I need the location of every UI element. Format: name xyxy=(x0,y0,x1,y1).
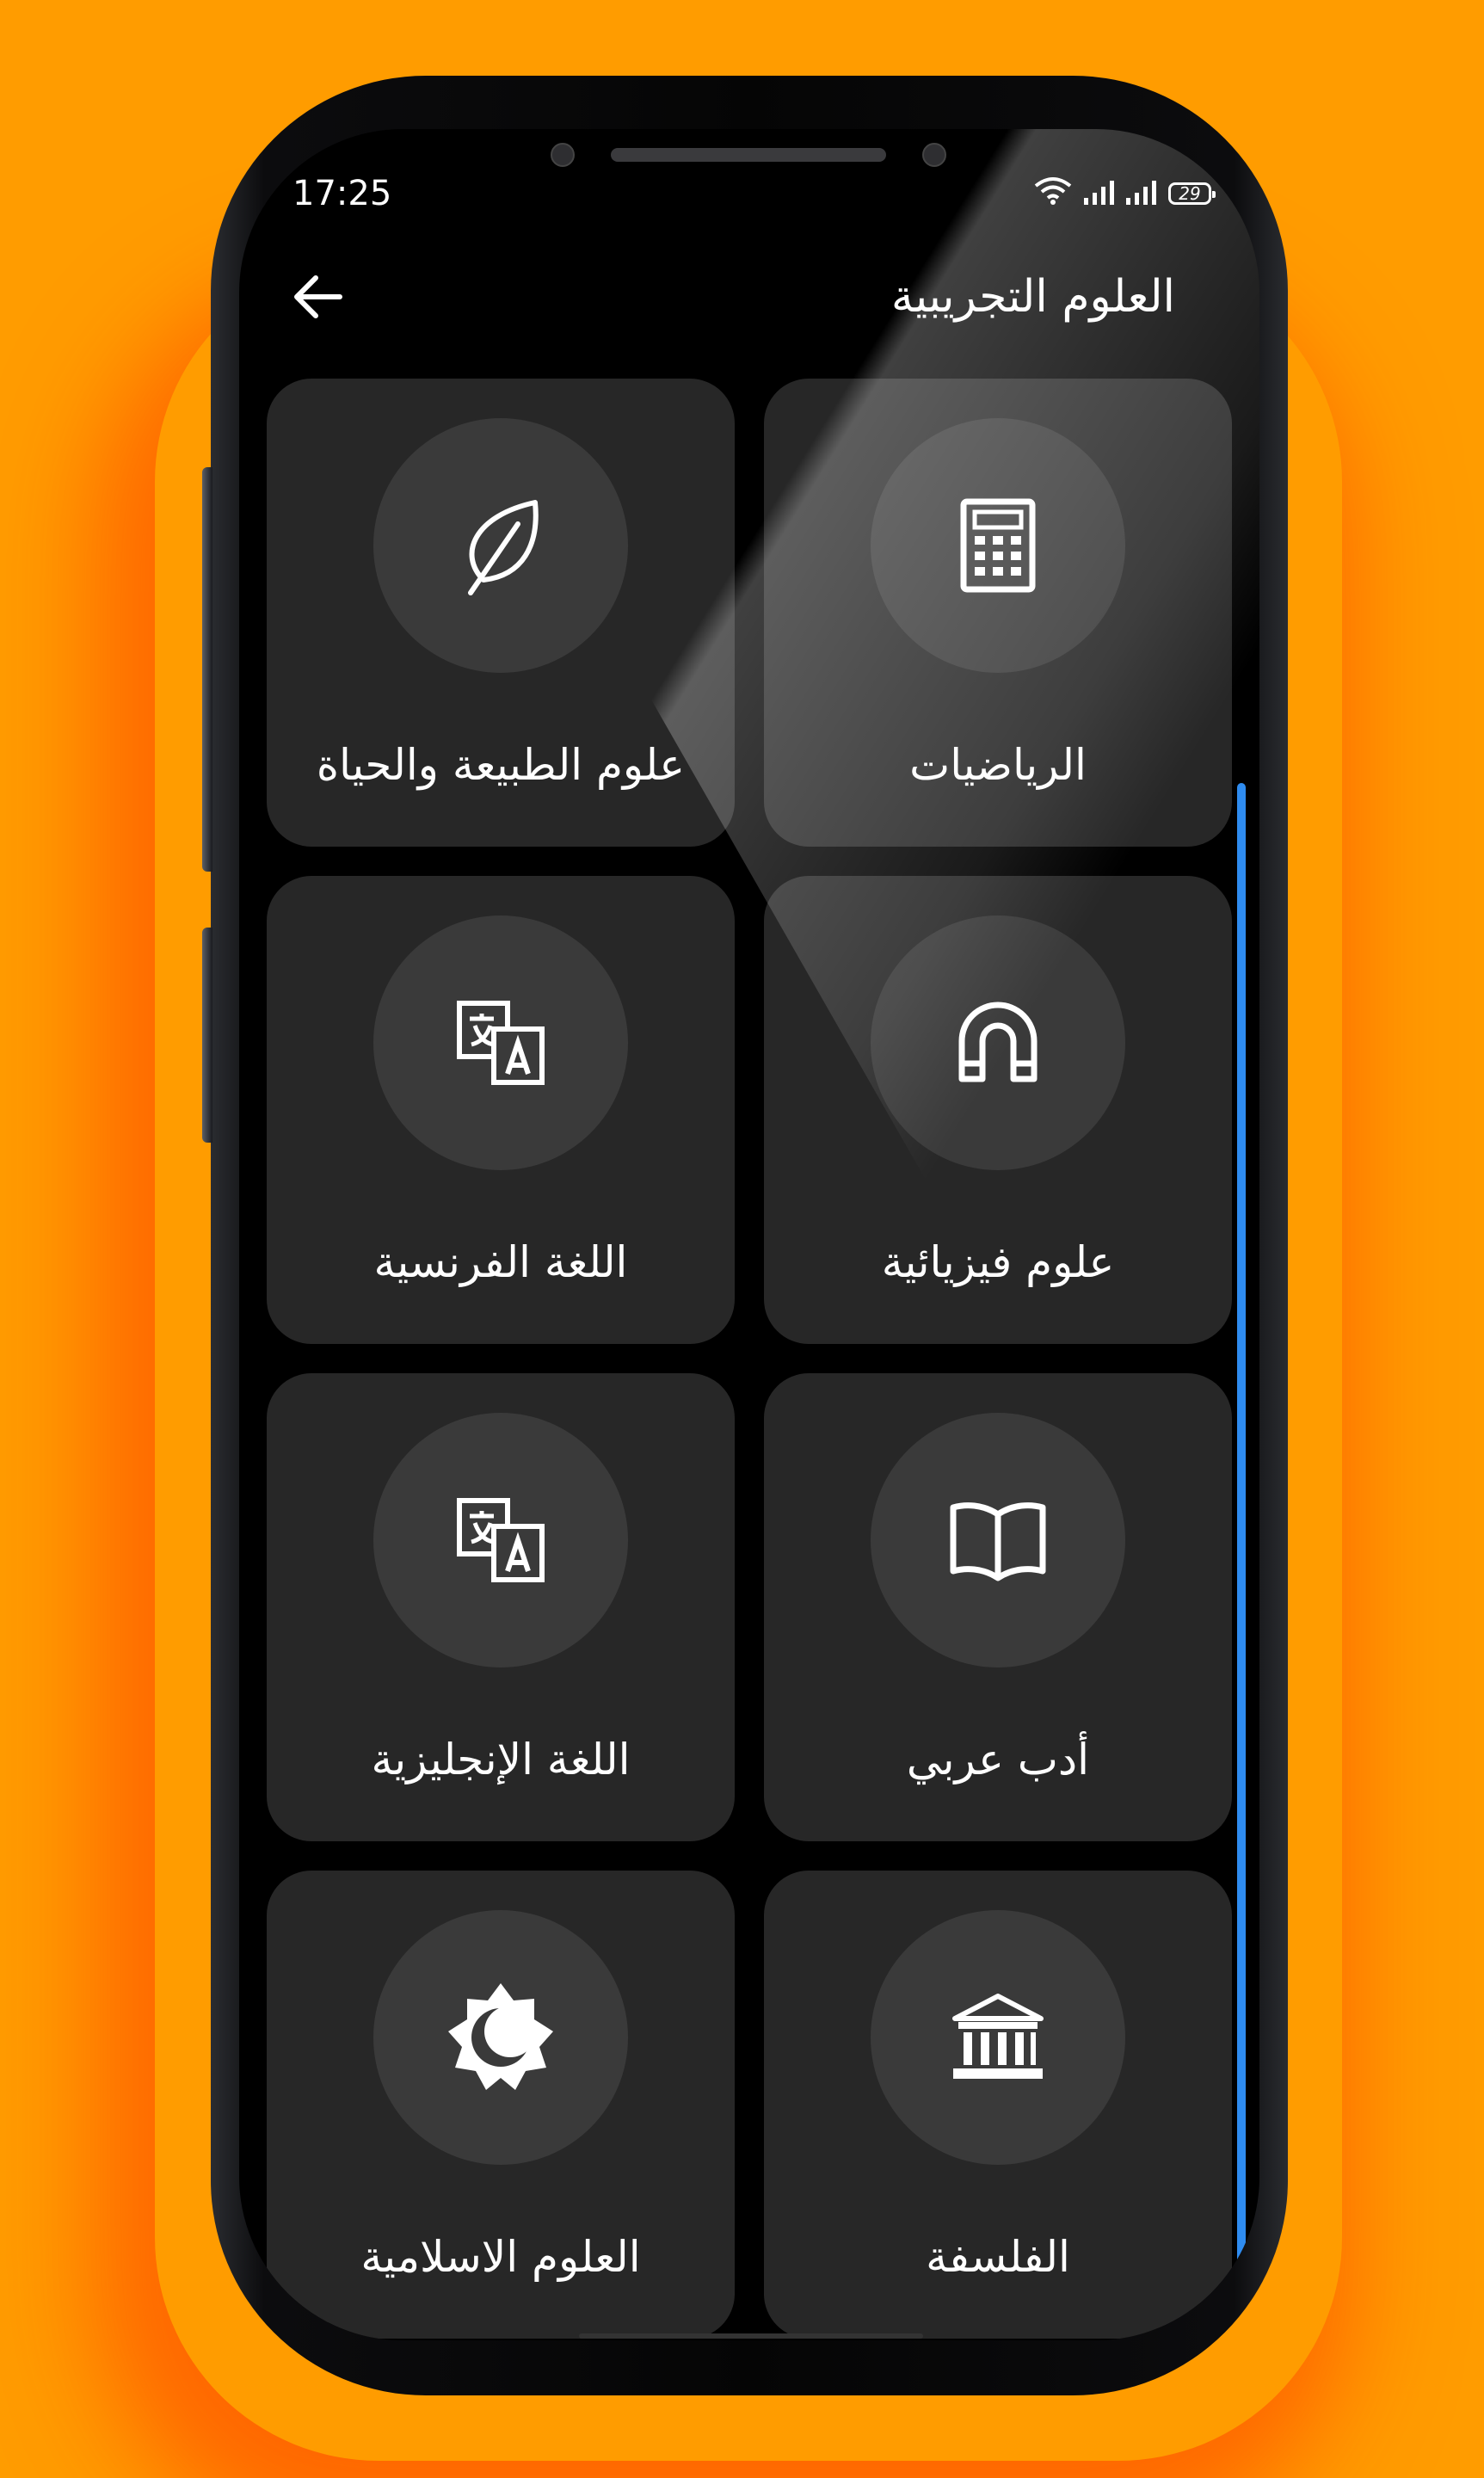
subject-card-english[interactable]: اللغة الإنجليزية xyxy=(267,1373,735,1841)
icon-circle xyxy=(373,915,628,1170)
subject-card-natural-sciences[interactable]: علوم الطبيعة والحياة xyxy=(267,379,735,847)
subject-card-math[interactable]: الرياضيات xyxy=(764,379,1232,847)
subject-card-arabic-literature[interactable]: أدب عربي xyxy=(764,1373,1232,1841)
phone-screen: 17:25 29 العلوم التجريبية الرياضيات علوم… xyxy=(239,129,1259,2340)
subject-card-physics[interactable]: علوم فيزيائية xyxy=(764,876,1232,1344)
earpiece-speaker xyxy=(611,148,886,162)
wifi-icon xyxy=(1034,177,1072,205)
leaf-icon xyxy=(468,500,539,595)
subject-label: علوم فيزيائية xyxy=(881,1237,1115,1287)
subject-label: أدب عربي xyxy=(906,1735,1090,1785)
home-indicator xyxy=(579,2333,923,2339)
arrow-left-icon xyxy=(294,275,342,318)
icon-circle xyxy=(373,418,628,673)
subject-label: الرياضيات xyxy=(909,740,1087,790)
phone-power-button xyxy=(202,928,212,1143)
subject-card-philosophy[interactable]: الفلسفة xyxy=(764,1871,1232,2339)
status-icons: 29 xyxy=(1034,176,1216,205)
translate-icon xyxy=(457,1001,545,1085)
book-open-icon xyxy=(950,1502,1046,1581)
front-camera xyxy=(551,143,575,167)
icon-circle xyxy=(871,1910,1125,2165)
icon-circle xyxy=(871,915,1125,1170)
calculator-icon xyxy=(960,498,1036,593)
subject-label: اللغة الفرنسية xyxy=(373,1237,628,1287)
back-button[interactable] xyxy=(287,267,348,327)
scrollbar[interactable] xyxy=(1237,783,1246,2297)
subject-label: الفلسفة xyxy=(926,2232,1070,2282)
subject-card-french[interactable]: اللغة الفرنسية xyxy=(267,876,735,1344)
status-time: 17:25 xyxy=(292,174,392,213)
page-title: العلوم التجريبية xyxy=(890,271,1175,323)
subject-card-islamic-sciences[interactable]: العلوم الاسلامية xyxy=(267,1871,735,2339)
magnet-icon xyxy=(958,1002,1038,1082)
signal-icon xyxy=(1084,179,1114,205)
subject-label: اللغة الإنجليزية xyxy=(371,1735,631,1785)
museum-icon xyxy=(952,1994,1044,2079)
phone-volume-button xyxy=(202,467,212,872)
sun-moon-icon xyxy=(448,1983,553,2090)
icon-circle xyxy=(373,1910,628,2165)
icon-circle xyxy=(871,418,1125,673)
notch xyxy=(525,129,972,198)
icon-circle xyxy=(871,1413,1125,1667)
battery-icon: 29 xyxy=(1168,182,1216,205)
front-sensor xyxy=(922,143,946,167)
icon-circle xyxy=(373,1413,628,1667)
subject-label: العلوم الاسلامية xyxy=(360,2232,641,2282)
translate-icon xyxy=(457,1498,545,1582)
subject-label: علوم الطبيعة والحياة xyxy=(316,740,686,790)
signal-icon xyxy=(1126,179,1156,205)
